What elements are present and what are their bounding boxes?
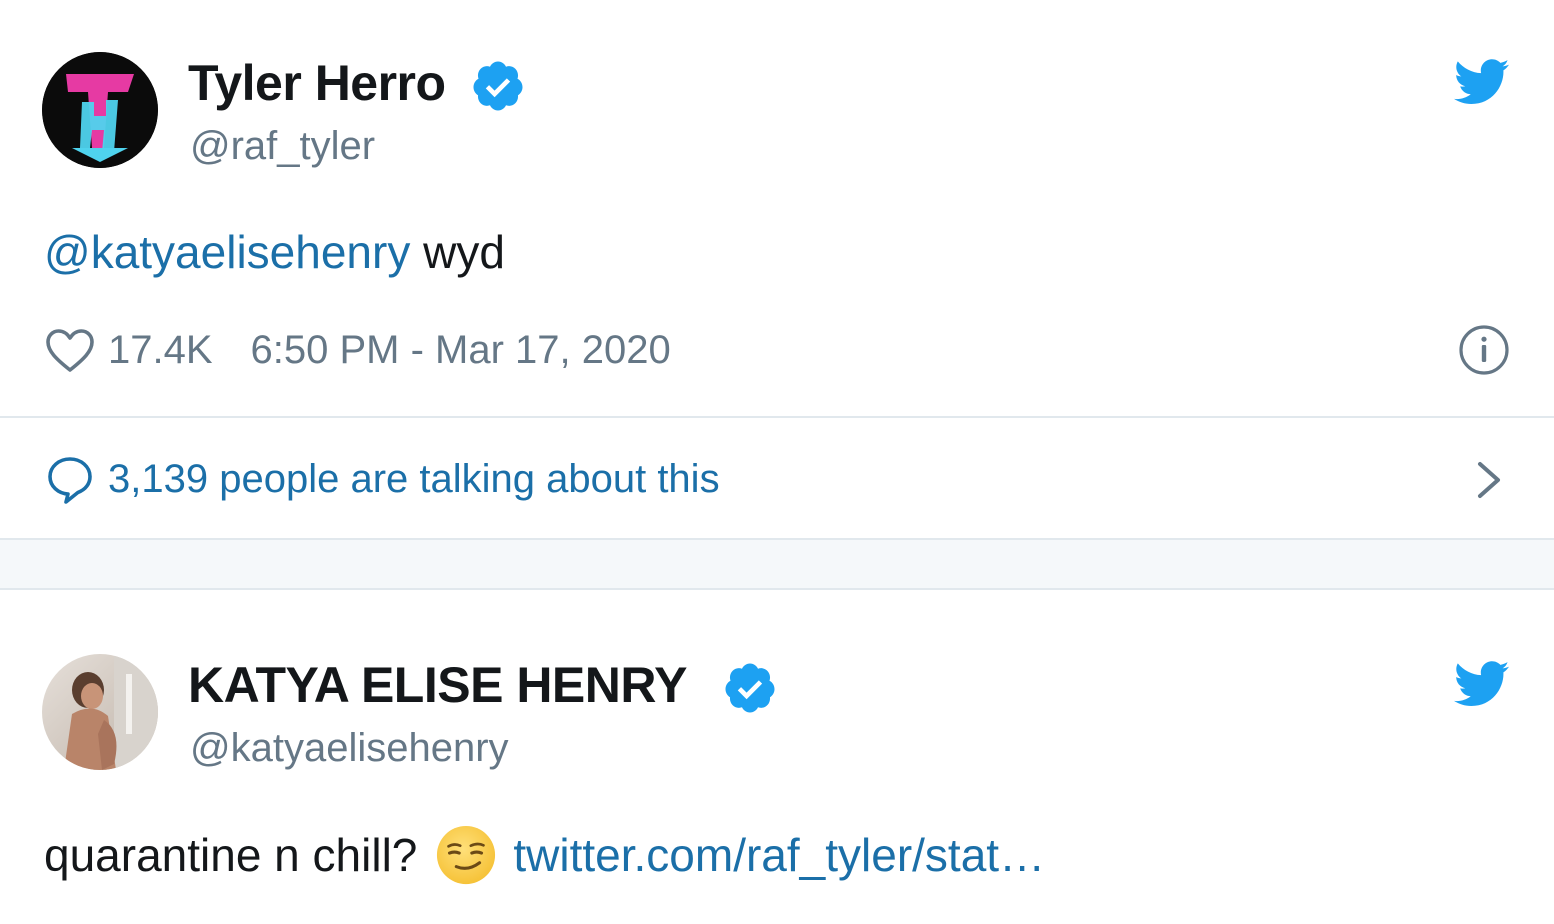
handle[interactable]: @raf_tyler [190, 120, 375, 172]
chevron-right-icon[interactable] [1472, 458, 1506, 507]
info-icon[interactable] [1458, 324, 1510, 381]
tweet-card-tyler: Tyler Herro @raf_tyler @katyaelisehenry … [0, 0, 1554, 504]
tweet-body: quarantine n chill? [44, 829, 418, 881]
like-count[interactable]: 17.4K [108, 328, 213, 373]
display-name[interactable]: KATYA ELISE HENRY [188, 654, 688, 716]
display-name[interactable]: Tyler Herro [188, 52, 446, 114]
tweet-separator [0, 538, 1554, 590]
avatar[interactable] [42, 52, 158, 168]
mention-link[interactable]: @katyaelisehenry [44, 226, 410, 278]
conversation-link[interactable]: 3,139 people are talking about this [44, 450, 720, 508]
th-logo-icon [42, 52, 158, 168]
heart-icon[interactable] [44, 326, 96, 374]
twitter-bird-icon[interactable] [1454, 58, 1510, 113]
timestamp[interactable]: 6:50 PM - Mar 17, 2020 [251, 328, 671, 373]
smirking-face-icon [437, 825, 496, 885]
verified-badge-icon [470, 58, 526, 119]
tweet-body: wyd [410, 226, 505, 278]
tweet-link[interactable]: twitter.com/raf_tyler/stat… [513, 828, 1045, 882]
tweet-meta: 17.4K 6:50 PM - Mar 17, 2020 [44, 322, 671, 378]
tweet-text: @katyaelisehenry wyd [44, 222, 505, 282]
handle[interactable]: @katyaelisehenry [190, 722, 509, 774]
divider [0, 416, 1554, 418]
tweet-text: quarantine n chill? twitter.com/raf_tyle… [44, 822, 1045, 888]
avatar[interactable] [42, 654, 158, 770]
photo-avatar-icon [42, 654, 158, 770]
conversation-label: 3,139 people are talking about this [108, 456, 720, 501]
verified-badge-icon [722, 660, 778, 721]
speech-bubble-icon [48, 457, 92, 504]
tweet-embed-screenshot: Tyler Herro @raf_tyler @katyaelisehenry … [0, 0, 1554, 924]
twitter-bird-icon[interactable] [1454, 660, 1510, 715]
